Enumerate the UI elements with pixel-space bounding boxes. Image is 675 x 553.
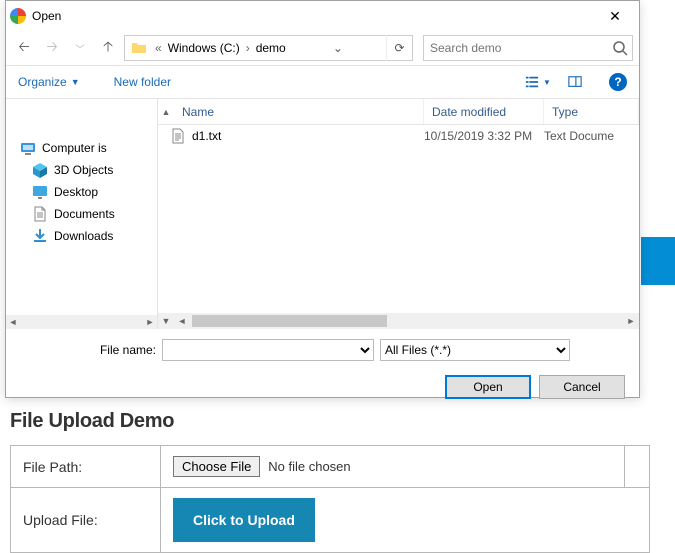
empty-cell (625, 446, 650, 488)
file-list: ▲ Name Date modified Type d1.txt 10/15/2… (158, 99, 639, 329)
sidebar-item-3d-objects[interactable]: 3D Objects (6, 159, 157, 181)
text-file-icon (170, 128, 186, 144)
chevron-down-icon: ▼ (71, 77, 80, 87)
desktop-icon (32, 184, 48, 200)
organize-label: Organize (18, 75, 67, 89)
scroll-track[interactable] (190, 313, 623, 329)
sidebar-item-documents[interactable]: Documents (6, 203, 157, 225)
page-content: File Upload Demo File Path: Choose File … (10, 410, 670, 553)
file-open-dialog: Open ✕ 🡠 🡢 ﹀ 🡡 « Windows (C:) › demo ⌄ ⟳… (5, 0, 640, 398)
uploadfile-label: Upload File: (11, 488, 161, 553)
new-folder-label: New folder (114, 75, 171, 89)
download-icon (32, 228, 48, 244)
file-date: 10/15/2019 3:32 PM (424, 129, 544, 143)
preview-pane-button[interactable] (561, 71, 589, 93)
chevron-down-icon: ▼ (543, 78, 551, 87)
column-headers: ▲ Name Date modified Type (158, 99, 639, 125)
sidebar-item-label: Documents (54, 207, 115, 221)
help-button[interactable]: ? (609, 73, 627, 91)
sidebar-item-downloads[interactable]: Downloads (6, 225, 157, 247)
sidebar-item-label: Computer is (42, 141, 107, 155)
chevron-right-icon: › (244, 41, 252, 55)
doc-icon (32, 206, 48, 222)
table-row: File Path: Choose File No file chosen (11, 446, 650, 488)
crumb-sub[interactable]: demo (252, 41, 290, 55)
upload-cell: Click to Upload (161, 488, 650, 553)
scroll-left-icon[interactable]: ◄ (6, 315, 20, 329)
view-mode-button[interactable]: ▼ (523, 71, 551, 93)
cancel-button[interactable]: Cancel (539, 375, 625, 399)
col-type[interactable]: Type (544, 99, 639, 124)
scroll-track[interactable] (20, 315, 143, 329)
computer-icon (20, 140, 36, 156)
toolbar: Organize ▼ New folder ▼ ? (6, 65, 639, 99)
chrome-icon (10, 8, 26, 24)
page-heading: File Upload Demo (10, 410, 670, 433)
file-scrollbar[interactable]: ▼ ◄ ► (158, 313, 639, 329)
search-icon (612, 40, 628, 56)
col-name[interactable]: Name (174, 99, 424, 124)
scroll-thumb[interactable] (192, 315, 387, 327)
sidebar-item-label: Desktop (54, 185, 98, 199)
open-button[interactable]: Open (445, 375, 531, 399)
nav-row: 🡠 🡢 ﹀ 🡡 « Windows (C:) › demo ⌄ ⟳ (6, 31, 639, 65)
scroll-up-icon[interactable]: ▲ (158, 99, 174, 124)
scroll-left-icon[interactable]: ◄ (174, 313, 190, 329)
sidebar-item-desktop[interactable]: Desktop (6, 181, 157, 203)
search-input[interactable] (424, 36, 632, 60)
upload-form: File Path: Choose File No file chosen Up… (10, 445, 650, 553)
scroll-right-icon[interactable]: ► (143, 315, 157, 329)
titlebar: Open ✕ (6, 1, 639, 31)
crumb-sep-icon: « (153, 41, 164, 55)
sidebar-item-label: 3D Objects (54, 163, 113, 177)
background-accent (641, 237, 675, 285)
file-row[interactable]: d1.txt 10/15/2019 3:32 PM Text Docume (158, 125, 639, 147)
close-button[interactable]: ✕ (595, 2, 635, 30)
scroll-right-icon[interactable]: ► (623, 313, 639, 329)
file-name: d1.txt (192, 129, 221, 143)
filetype-select[interactable]: All Files (*.*) (380, 339, 570, 361)
up-button[interactable]: 🡡 (96, 36, 120, 60)
table-row: Upload File: Click to Upload (11, 488, 650, 553)
filename-input[interactable] (162, 339, 374, 361)
sidebar-item-label: Downloads (54, 229, 113, 243)
back-button[interactable]: 🡠 (12, 36, 36, 60)
organize-menu[interactable]: Organize ▼ (18, 75, 80, 89)
col-date[interactable]: Date modified (424, 99, 544, 124)
upload-button[interactable]: Click to Upload (173, 498, 315, 542)
crumb-root[interactable]: Windows (C:) (164, 41, 244, 55)
breadcrumb[interactable]: « Windows (C:) › demo ⌄ ⟳ (124, 35, 413, 61)
sidebar-item-computer[interactable]: Computer is (6, 137, 157, 159)
dialog-footer: File name: All Files (*.*) Open Cancel (6, 329, 639, 413)
file-type: Text Docume (544, 129, 639, 143)
recent-dropdown[interactable]: ﹀ (68, 36, 92, 60)
sidebar-scrollbar[interactable]: ◄ ► (6, 315, 157, 329)
sidebar: Computer is 3D Objects Desktop Documents (6, 99, 158, 329)
dialog-title: Open (32, 9, 595, 23)
filepath-label: File Path: (11, 446, 161, 488)
scroll-down-icon[interactable]: ▼ (158, 313, 174, 329)
refresh-button[interactable]: ⟳ (386, 35, 412, 61)
chevron-down-icon[interactable]: ⌄ (328, 41, 348, 55)
forward-button[interactable]: 🡢 (40, 36, 64, 60)
filename-label: File name: (92, 343, 156, 357)
new-folder-button[interactable]: New folder (114, 75, 171, 89)
no-file-text: No file chosen (268, 459, 350, 474)
choose-file-button[interactable]: Choose File (173, 456, 260, 477)
filepath-cell: Choose File No file chosen (161, 446, 625, 488)
folder-icon (129, 38, 149, 58)
search-box[interactable] (423, 35, 633, 61)
cube-icon (32, 162, 48, 178)
